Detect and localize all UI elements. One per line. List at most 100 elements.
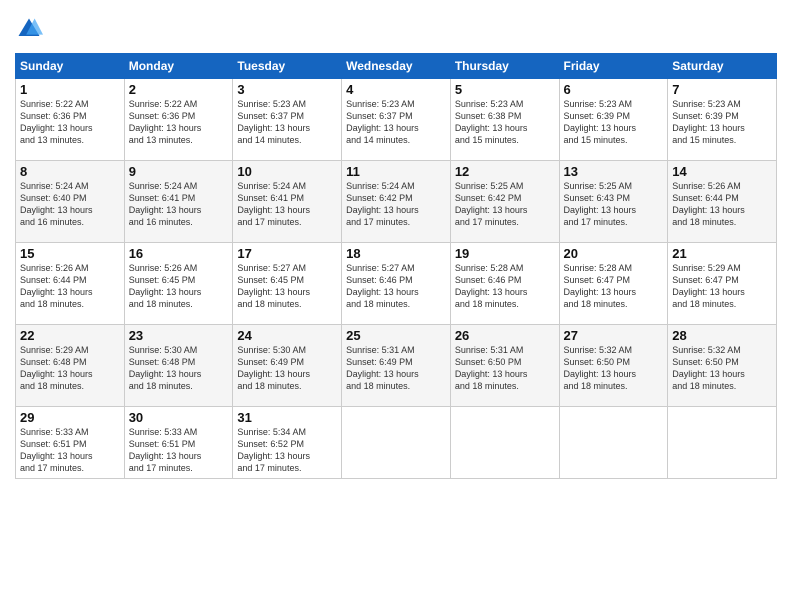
- day-number: 2: [129, 82, 229, 97]
- calendar-cell: 28 Sunrise: 5:32 AMSunset: 6:50 PMDaylig…: [668, 325, 777, 407]
- day-number: 30: [129, 410, 229, 425]
- calendar-cell: 3 Sunrise: 5:23 AMSunset: 6:37 PMDayligh…: [233, 79, 342, 161]
- calendar-cell: 23 Sunrise: 5:30 AMSunset: 6:48 PMDaylig…: [124, 325, 233, 407]
- day-info: Sunrise: 5:23 AMSunset: 6:37 PMDaylight:…: [237, 99, 310, 145]
- logo: [15, 15, 47, 43]
- calendar-cell: 9 Sunrise: 5:24 AMSunset: 6:41 PMDayligh…: [124, 161, 233, 243]
- calendar-day-header: Saturday: [668, 54, 777, 79]
- calendar-cell: 4 Sunrise: 5:23 AMSunset: 6:37 PMDayligh…: [342, 79, 451, 161]
- calendar-cell: 14 Sunrise: 5:26 AMSunset: 6:44 PMDaylig…: [668, 161, 777, 243]
- calendar-cell: 25 Sunrise: 5:31 AMSunset: 6:49 PMDaylig…: [342, 325, 451, 407]
- calendar-cell: 20 Sunrise: 5:28 AMSunset: 6:47 PMDaylig…: [559, 243, 668, 325]
- day-number: 25: [346, 328, 446, 343]
- day-info: Sunrise: 5:25 AMSunset: 6:42 PMDaylight:…: [455, 181, 528, 227]
- day-info: Sunrise: 5:31 AMSunset: 6:50 PMDaylight:…: [455, 345, 528, 391]
- day-info: Sunrise: 5:28 AMSunset: 6:47 PMDaylight:…: [564, 263, 637, 309]
- day-info: Sunrise: 5:29 AMSunset: 6:48 PMDaylight:…: [20, 345, 93, 391]
- day-info: Sunrise: 5:28 AMSunset: 6:46 PMDaylight:…: [455, 263, 528, 309]
- calendar-cell: 22 Sunrise: 5:29 AMSunset: 6:48 PMDaylig…: [16, 325, 125, 407]
- day-info: Sunrise: 5:33 AMSunset: 6:51 PMDaylight:…: [129, 427, 202, 473]
- day-number: 7: [672, 82, 772, 97]
- calendar-day-header: Monday: [124, 54, 233, 79]
- day-number: 5: [455, 82, 555, 97]
- day-number: 20: [564, 246, 664, 261]
- day-info: Sunrise: 5:23 AMSunset: 6:39 PMDaylight:…: [672, 99, 745, 145]
- calendar-cell: 15 Sunrise: 5:26 AMSunset: 6:44 PMDaylig…: [16, 243, 125, 325]
- calendar-day-header: Wednesday: [342, 54, 451, 79]
- day-number: 4: [346, 82, 446, 97]
- calendar-cell: [450, 407, 559, 479]
- day-info: Sunrise: 5:30 AMSunset: 6:49 PMDaylight:…: [237, 345, 310, 391]
- calendar-day-header: Friday: [559, 54, 668, 79]
- day-info: Sunrise: 5:26 AMSunset: 6:45 PMDaylight:…: [129, 263, 202, 309]
- day-info: Sunrise: 5:31 AMSunset: 6:49 PMDaylight:…: [346, 345, 419, 391]
- header: [15, 15, 777, 43]
- day-number: 1: [20, 82, 120, 97]
- day-info: Sunrise: 5:34 AMSunset: 6:52 PMDaylight:…: [237, 427, 310, 473]
- day-number: 21: [672, 246, 772, 261]
- calendar-cell: [342, 407, 451, 479]
- day-number: 16: [129, 246, 229, 261]
- day-info: Sunrise: 5:32 AMSunset: 6:50 PMDaylight:…: [564, 345, 637, 391]
- calendar-cell: 18 Sunrise: 5:27 AMSunset: 6:46 PMDaylig…: [342, 243, 451, 325]
- calendar-table: SundayMondayTuesdayWednesdayThursdayFrid…: [15, 53, 777, 479]
- calendar-cell: 7 Sunrise: 5:23 AMSunset: 6:39 PMDayligh…: [668, 79, 777, 161]
- calendar-day-header: Thursday: [450, 54, 559, 79]
- calendar-cell: 2 Sunrise: 5:22 AMSunset: 6:36 PMDayligh…: [124, 79, 233, 161]
- day-info: Sunrise: 5:27 AMSunset: 6:46 PMDaylight:…: [346, 263, 419, 309]
- calendar-cell: 26 Sunrise: 5:31 AMSunset: 6:50 PMDaylig…: [450, 325, 559, 407]
- day-number: 8: [20, 164, 120, 179]
- day-number: 3: [237, 82, 337, 97]
- calendar-cell: 29 Sunrise: 5:33 AMSunset: 6:51 PMDaylig…: [16, 407, 125, 479]
- day-number: 23: [129, 328, 229, 343]
- day-info: Sunrise: 5:33 AMSunset: 6:51 PMDaylight:…: [20, 427, 93, 473]
- day-number: 26: [455, 328, 555, 343]
- calendar-cell: 24 Sunrise: 5:30 AMSunset: 6:49 PMDaylig…: [233, 325, 342, 407]
- day-number: 13: [564, 164, 664, 179]
- day-number: 15: [20, 246, 120, 261]
- calendar-cell: 6 Sunrise: 5:23 AMSunset: 6:39 PMDayligh…: [559, 79, 668, 161]
- calendar-cell: 16 Sunrise: 5:26 AMSunset: 6:45 PMDaylig…: [124, 243, 233, 325]
- day-info: Sunrise: 5:26 AMSunset: 6:44 PMDaylight:…: [20, 263, 93, 309]
- day-number: 28: [672, 328, 772, 343]
- calendar-day-header: Sunday: [16, 54, 125, 79]
- calendar-cell: [668, 407, 777, 479]
- calendar-cell: 31 Sunrise: 5:34 AMSunset: 6:52 PMDaylig…: [233, 407, 342, 479]
- page: SundayMondayTuesdayWednesdayThursdayFrid…: [0, 0, 792, 612]
- day-info: Sunrise: 5:23 AMSunset: 6:38 PMDaylight:…: [455, 99, 528, 145]
- calendar-cell: 12 Sunrise: 5:25 AMSunset: 6:42 PMDaylig…: [450, 161, 559, 243]
- day-info: Sunrise: 5:27 AMSunset: 6:45 PMDaylight:…: [237, 263, 310, 309]
- calendar-cell: 19 Sunrise: 5:28 AMSunset: 6:46 PMDaylig…: [450, 243, 559, 325]
- day-info: Sunrise: 5:25 AMSunset: 6:43 PMDaylight:…: [564, 181, 637, 227]
- day-info: Sunrise: 5:29 AMSunset: 6:47 PMDaylight:…: [672, 263, 745, 309]
- day-number: 6: [564, 82, 664, 97]
- day-number: 31: [237, 410, 337, 425]
- day-number: 14: [672, 164, 772, 179]
- day-info: Sunrise: 5:24 AMSunset: 6:41 PMDaylight:…: [129, 181, 202, 227]
- day-info: Sunrise: 5:22 AMSunset: 6:36 PMDaylight:…: [129, 99, 202, 145]
- day-info: Sunrise: 5:24 AMSunset: 6:41 PMDaylight:…: [237, 181, 310, 227]
- day-number: 10: [237, 164, 337, 179]
- logo-icon: [15, 15, 43, 43]
- day-info: Sunrise: 5:30 AMSunset: 6:48 PMDaylight:…: [129, 345, 202, 391]
- day-info: Sunrise: 5:22 AMSunset: 6:36 PMDaylight:…: [20, 99, 93, 145]
- day-number: 11: [346, 164, 446, 179]
- calendar-cell: 5 Sunrise: 5:23 AMSunset: 6:38 PMDayligh…: [450, 79, 559, 161]
- calendar-header-row: SundayMondayTuesdayWednesdayThursdayFrid…: [16, 54, 777, 79]
- day-number: 19: [455, 246, 555, 261]
- calendar-cell: 21 Sunrise: 5:29 AMSunset: 6:47 PMDaylig…: [668, 243, 777, 325]
- day-info: Sunrise: 5:23 AMSunset: 6:39 PMDaylight:…: [564, 99, 637, 145]
- day-number: 22: [20, 328, 120, 343]
- calendar-cell: 13 Sunrise: 5:25 AMSunset: 6:43 PMDaylig…: [559, 161, 668, 243]
- calendar-cell: 17 Sunrise: 5:27 AMSunset: 6:45 PMDaylig…: [233, 243, 342, 325]
- day-number: 12: [455, 164, 555, 179]
- day-number: 27: [564, 328, 664, 343]
- day-info: Sunrise: 5:24 AMSunset: 6:40 PMDaylight:…: [20, 181, 93, 227]
- day-number: 24: [237, 328, 337, 343]
- calendar-cell: 10 Sunrise: 5:24 AMSunset: 6:41 PMDaylig…: [233, 161, 342, 243]
- calendar-cell: 30 Sunrise: 5:33 AMSunset: 6:51 PMDaylig…: [124, 407, 233, 479]
- calendar-cell: 27 Sunrise: 5:32 AMSunset: 6:50 PMDaylig…: [559, 325, 668, 407]
- day-number: 29: [20, 410, 120, 425]
- calendar-cell: 1 Sunrise: 5:22 AMSunset: 6:36 PMDayligh…: [16, 79, 125, 161]
- day-info: Sunrise: 5:32 AMSunset: 6:50 PMDaylight:…: [672, 345, 745, 391]
